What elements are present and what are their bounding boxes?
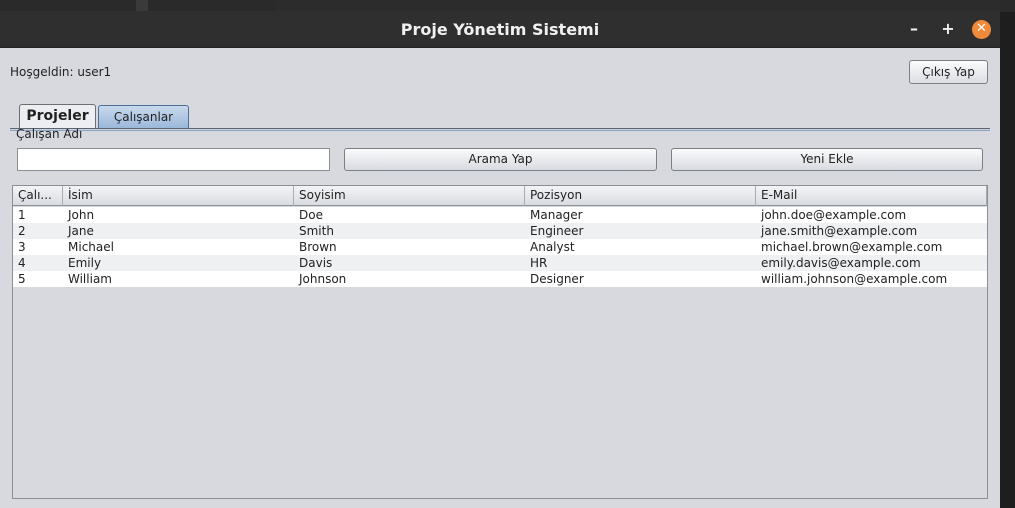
cell-name: William	[68, 272, 112, 286]
welcome-label: Hoşgeldin: user1	[10, 65, 112, 79]
column-header-surname[interactable]: Soyisim	[294, 186, 525, 206]
table-row[interactable]: 4 Emily Davis HR emily.davis@example.com	[13, 255, 987, 271]
cell-id: 3	[18, 240, 26, 254]
cell-email: jane.smith@example.com	[761, 224, 918, 238]
employee-name-label: Çalışan Adı	[16, 127, 83, 141]
cell-position: Analyst	[530, 240, 575, 254]
minimize-button[interactable]: –	[904, 19, 924, 39]
employees-table[interactable]: Çalı... İsim Soyisim Pozisyon E-Mail 1 J…	[12, 185, 988, 499]
cell-id: 5	[18, 272, 26, 286]
cell-email: michael.brown@example.com	[761, 240, 943, 254]
table-body: 1 John Doe Manager john.doe@example.com …	[13, 207, 987, 287]
table-row[interactable]: 5 William Johnson Designer william.johns…	[13, 271, 987, 287]
table-header: Çalı... İsim Soyisim Pozisyon E-Mail	[13, 186, 987, 206]
cell-name: Emily	[68, 256, 102, 270]
cell-position: HR	[530, 256, 548, 270]
cell-surname: Brown	[299, 240, 337, 254]
cell-surname: Smith	[299, 224, 334, 238]
cell-name: John	[68, 208, 95, 222]
cell-surname: Davis	[299, 256, 333, 270]
logout-button[interactable]: Çıkış Yap	[909, 60, 988, 84]
maximize-button[interactable]: +	[938, 19, 958, 39]
cell-email: john.doe@example.com	[761, 208, 907, 222]
column-header-email[interactable]: E-Mail	[756, 186, 987, 206]
title-bar[interactable]: Proje Yönetim Sistemi – + ✕	[0, 11, 1000, 48]
tab-projects[interactable]: Projeler	[19, 104, 96, 129]
tab-divider	[10, 128, 990, 131]
table-row[interactable]: 1 John Doe Manager john.doe@example.com	[13, 207, 987, 223]
cell-surname: Doe	[299, 208, 323, 222]
column-header-id[interactable]: Çalı...	[13, 186, 63, 206]
cell-id: 2	[18, 224, 26, 238]
cell-surname: Johnson	[299, 272, 347, 286]
cell-name: Michael	[68, 240, 114, 254]
search-button[interactable]: Arama Yap	[344, 148, 657, 171]
cell-email: emily.davis@example.com	[761, 256, 921, 270]
tab-employees[interactable]: Çalışanlar	[98, 105, 189, 129]
cell-name: Jane	[68, 224, 94, 238]
cell-position: Manager	[530, 208, 583, 222]
add-new-button[interactable]: Yeni Ekle	[671, 148, 983, 171]
window-title: Proje Yönetim Sistemi	[400, 20, 600, 39]
cell-id: 1	[18, 208, 26, 222]
column-header-name[interactable]: İsim	[63, 186, 294, 206]
close-button[interactable]: ✕	[972, 20, 991, 39]
employee-name-input[interactable]	[17, 148, 330, 171]
table-row[interactable]: 3 Michael Brown Analyst michael.brown@ex…	[13, 239, 987, 255]
cell-email: william.johnson@example.com	[761, 272, 948, 286]
cell-position: Engineer	[530, 224, 584, 238]
cell-position: Designer	[530, 272, 584, 286]
cell-id: 4	[18, 256, 26, 270]
app-window: Proje Yönetim Sistemi – + ✕ Hoşgeldin: u…	[0, 11, 1000, 508]
column-header-position[interactable]: Pozisyon	[525, 186, 756, 206]
table-row[interactable]: 2 Jane Smith Engineer jane.smith@example…	[13, 223, 987, 239]
